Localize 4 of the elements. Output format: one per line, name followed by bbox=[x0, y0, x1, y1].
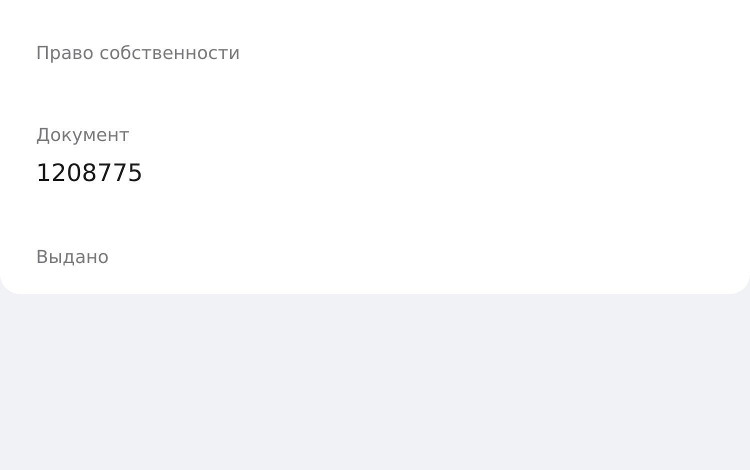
field-label: Право собственности bbox=[36, 42, 242, 66]
field-label: Выдано bbox=[36, 246, 110, 270]
field-value: 1208775 bbox=[36, 158, 144, 188]
field-label: Документ bbox=[36, 124, 131, 148]
